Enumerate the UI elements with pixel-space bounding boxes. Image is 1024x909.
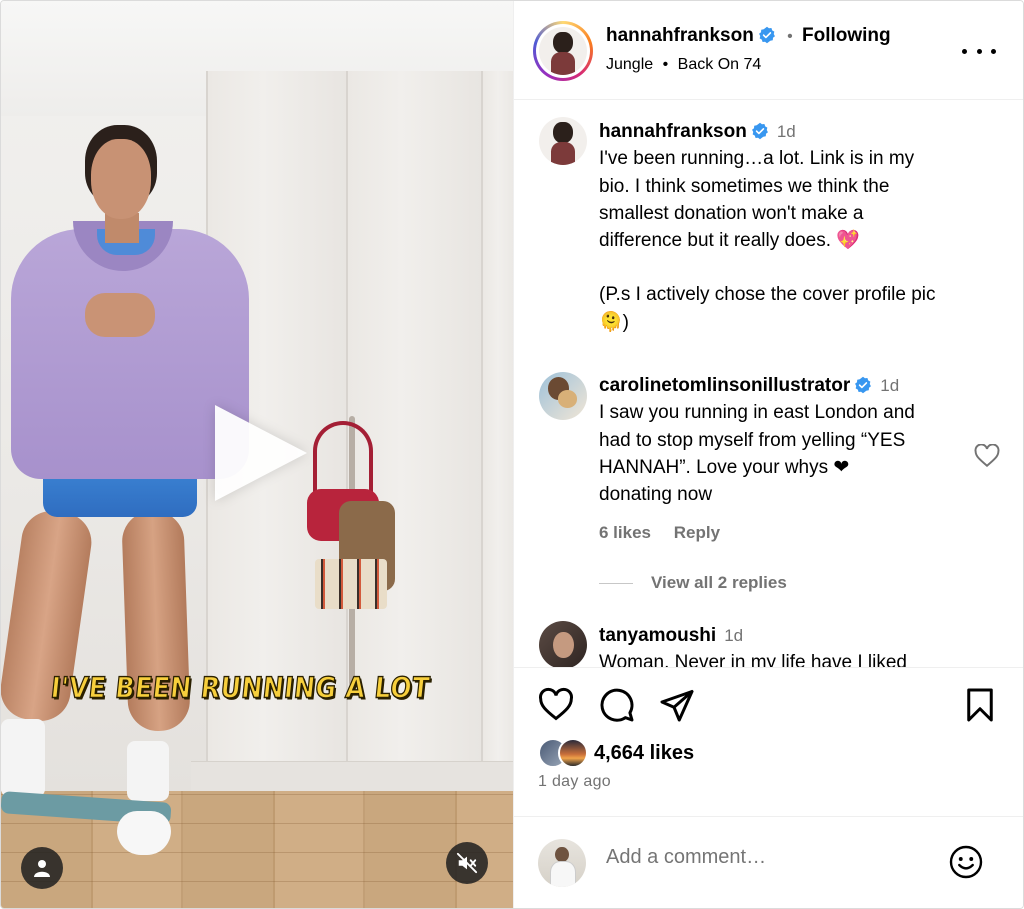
tagged-people-button[interactable] — [21, 847, 63, 889]
comment-line: Woman. Never in my life have I liked — [599, 652, 907, 667]
more-options-button[interactable] — [962, 39, 996, 63]
caption-line: bio. I think sometimes we think the — [599, 175, 890, 197]
comment-icon[interactable] — [599, 687, 635, 723]
share-icon[interactable] — [659, 687, 695, 723]
likes-summary[interactable]: 4,664 likes — [538, 735, 694, 771]
verified-icon — [751, 122, 768, 140]
comment-line: HANNAH”. Love your whys ❤ — [599, 456, 850, 478]
audio-track: Back On 74 — [677, 56, 762, 73]
view-replies-label: View all 2 replies — [651, 573, 787, 592]
post-caption: hannahfrankson 1d I've been running…a lot… — [599, 118, 999, 336]
following-button[interactable]: Following — [802, 25, 891, 46]
caption-ps-line: (P.s I actively chose the cover profile … — [599, 284, 936, 306]
like-heart-icon[interactable] — [538, 687, 574, 723]
comment: carolinetomlinsonillustrator 1d I saw you… — [599, 372, 999, 508]
reply-button[interactable]: Reply — [674, 523, 720, 542]
comment-meta: 6 likes Reply — [599, 523, 738, 543]
author-avatar — [539, 27, 587, 75]
current-user-avatar — [538, 839, 586, 887]
comment: tanyamoushi 1d Woman. Never in my life ha… — [599, 622, 999, 667]
audio-separator: • — [662, 56, 669, 73]
comment-line: I saw you running in east London and — [599, 402, 915, 424]
view-replies-button[interactable]: View all 2 replies — [599, 573, 787, 593]
author-line: hannahfrankson • Following — [606, 25, 891, 47]
caption-ps-line: 🫠) — [599, 311, 629, 333]
caption-line: smallest donation won't make a — [599, 202, 864, 224]
video-caption: I'VE BEEN RUNNING A LOT — [49, 670, 432, 705]
caption-line: difference but it really does. 💖 — [599, 230, 860, 252]
comment-avatar[interactable] — [539, 372, 587, 420]
author-username[interactable]: hannahfrankson — [606, 25, 754, 46]
author-story-ring[interactable] — [533, 21, 593, 81]
comment-line: donating now — [599, 484, 713, 506]
comment-time: 1d — [724, 626, 744, 645]
verified-icon — [855, 376, 872, 394]
video-player[interactable]: I'VE BEEN RUNNING A LOT — [1, 1, 513, 908]
more-icon — [962, 48, 967, 54]
add-comment-input[interactable] — [606, 846, 926, 869]
comment-avatar[interactable] — [539, 621, 587, 667]
header-separator: • — [787, 28, 793, 45]
emoji-icon[interactable] — [948, 844, 984, 880]
comment-like-heart-icon[interactable] — [974, 444, 1000, 468]
caption-line: I've been running…a lot. Link is in my — [599, 148, 915, 170]
likes-count[interactable]: 4,664 likes — [594, 742, 694, 765]
bookmark-icon[interactable] — [962, 687, 998, 723]
comment-line: had to stop myself from yelling “YES — [599, 429, 906, 451]
post-timestamp[interactable]: 1 day ago — [538, 773, 611, 791]
audio-artist: Jungle — [606, 56, 654, 73]
caption-time: 1d — [776, 122, 796, 141]
mute-icon — [456, 852, 478, 874]
post-modal: I'VE BEEN RUNNING A LOT hannahfrankson •… — [0, 0, 1024, 909]
caption-username[interactable]: hannahfrankson — [599, 121, 747, 142]
comment-username[interactable]: tanyamoushi — [599, 625, 716, 646]
caption-author-avatar[interactable] — [539, 117, 587, 165]
post-header: hannahfrankson • Following Jungle • Back… — [514, 1, 1023, 100]
person-tag-icon — [34, 860, 50, 877]
comment-username[interactable]: carolinetomlinsonillustrator — [599, 375, 850, 396]
comments-list[interactable]: hannahfrankson 1d I've been running…a lot… — [514, 101, 1023, 667]
play-icon — [215, 405, 307, 501]
post-details-panel: hannahfrankson • Following Jungle • Back… — [513, 1, 1023, 908]
striped-bag — [315, 559, 387, 609]
comment-time: 1d — [880, 376, 900, 395]
audio-line[interactable]: Jungle • Back On 74 — [606, 56, 761, 74]
mute-button[interactable] — [446, 842, 488, 884]
liker-avatar — [558, 738, 588, 768]
comment-likes[interactable]: 6 likes — [599, 523, 651, 542]
verified-icon — [758, 26, 775, 44]
